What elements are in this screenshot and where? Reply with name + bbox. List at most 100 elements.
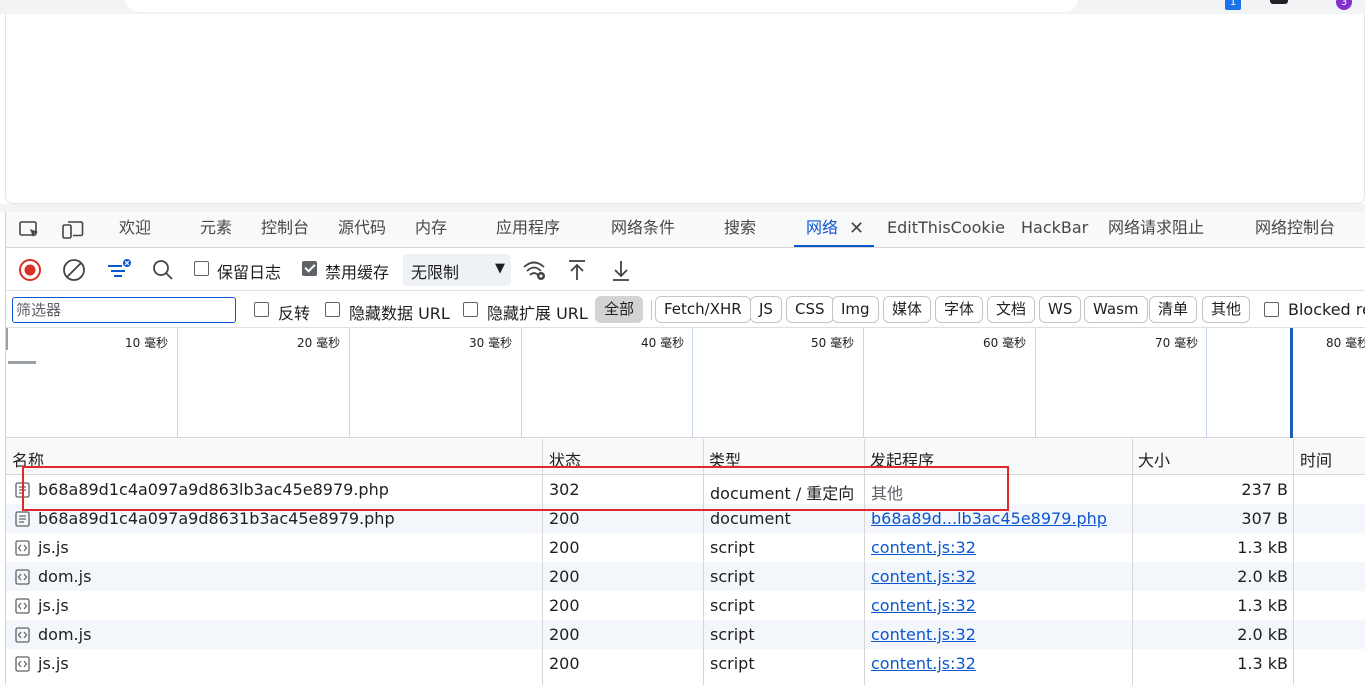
- overview-tick-label: 80 毫秒: [1326, 336, 1365, 350]
- devtools-panel: 欢迎 元素 控制台 源代码 内存 应用程序 网络条件 搜索 网络 ✕ EditT…: [5, 212, 1365, 685]
- filter-type-manifest[interactable]: 清单: [1149, 296, 1198, 323]
- table-row[interactable]: js.js 200 script content.js:32 1.3 kB: [6, 649, 1365, 678]
- table-row[interactable]: b68a89d1c4a097a9d863lb3ac45e8979.php 302…: [6, 475, 1365, 504]
- filter-type-fetch-xhr[interactable]: Fetch/XHR: [655, 296, 751, 323]
- filter-type-img[interactable]: Img: [832, 296, 879, 323]
- request-name: dom.js: [38, 567, 92, 586]
- network-conditions-icon[interactable]: [522, 258, 548, 286]
- tab-network-conditions[interactable]: 网络条件: [611, 217, 675, 247]
- clear-icon[interactable]: [62, 258, 86, 286]
- record-stop-icon[interactable]: [18, 258, 42, 286]
- request-status: 200: [549, 509, 580, 528]
- request-size: 2.0 kB: [1237, 625, 1288, 644]
- tab-hackbar[interactable]: HackBar: [1021, 217, 1088, 247]
- extension-icon[interactable]: [1270, 0, 1288, 4]
- document-icon: [15, 511, 30, 527]
- overview-gridline: [863, 328, 864, 438]
- column-header-initiator[interactable]: 发起程序: [870, 447, 934, 471]
- table-row[interactable]: b68a89d1c4a097a9d8631b3ac45e8979.php 200…: [6, 504, 1365, 533]
- tab-welcome[interactable]: 欢迎: [119, 217, 151, 247]
- filter-type-all[interactable]: 全部: [595, 296, 644, 323]
- filter-type-ws[interactable]: WS: [1039, 296, 1082, 323]
- tab-search[interactable]: 搜索: [724, 217, 756, 247]
- request-initiator-link[interactable]: b68a89d...lb3ac45e8979.php: [871, 509, 1107, 528]
- request-initiator-link[interactable]: content.js:32: [871, 538, 976, 557]
- filter-toggle-icon[interactable]: [106, 258, 132, 286]
- tab-elements[interactable]: 元素: [200, 217, 232, 247]
- request-size: 1.3 kB: [1237, 596, 1288, 615]
- request-size: 1.3 kB: [1237, 538, 1288, 557]
- close-tab-icon[interactable]: ✕: [849, 218, 864, 239]
- profile-avatar-icon[interactable]: 3: [1336, 0, 1352, 10]
- hide-data-url-label: 隐藏数据 URL: [349, 304, 450, 323]
- table-row[interactable]: dom.js 200 script content.js:32 2.0 kB: [6, 562, 1365, 591]
- column-resizer[interactable]: [1293, 439, 1294, 685]
- address-bar[interactable]: [124, 0, 1079, 12]
- filter-type-doc[interactable]: 文档: [987, 296, 1036, 323]
- filter-type-js[interactable]: JS: [750, 296, 782, 323]
- preserve-log-checkbox[interactable]: [194, 261, 209, 276]
- filter-type-font[interactable]: 字体: [935, 296, 984, 323]
- overview-gridline: [521, 328, 522, 438]
- column-header-size[interactable]: 大小: [1138, 447, 1170, 471]
- column-header-status[interactable]: 状态: [549, 447, 581, 471]
- tab-network[interactable]: 网络: [806, 217, 838, 247]
- inspect-element-icon[interactable]: [18, 219, 42, 241]
- column-resizer[interactable]: [1132, 439, 1133, 685]
- devtools-tabbar: 欢迎 元素 控制台 源代码 内存 应用程序 网络条件 搜索 网络 ✕ EditT…: [6, 212, 1365, 248]
- tab-console[interactable]: 控制台: [261, 217, 309, 247]
- overview-tick-label: 60 毫秒: [983, 336, 1027, 350]
- invert-checkbox[interactable]: [254, 302, 269, 317]
- disable-cache-checkbox[interactable]: [302, 261, 317, 276]
- tab-network-request-blocking[interactable]: 网络请求阻止: [1108, 217, 1204, 247]
- tab-application[interactable]: 应用程序: [496, 217, 560, 247]
- tab-sources[interactable]: 源代码: [338, 217, 386, 247]
- request-initiator-link[interactable]: content.js:32: [871, 596, 976, 615]
- request-initiator-link[interactable]: content.js:32: [871, 625, 976, 644]
- table-row[interactable]: dom.js 200 script content.js:32 2.0 kB: [6, 620, 1365, 649]
- filter-type-other[interactable]: 其他: [1202, 296, 1251, 323]
- column-header-type[interactable]: 类型: [709, 447, 741, 471]
- request-type: script: [710, 596, 755, 615]
- overview-left-handle[interactable]: [6, 328, 8, 350]
- table-header: 名称 状态 类型 发起程序 大小 时间: [6, 439, 1365, 475]
- throttling-select[interactable]: 无限制 ▼: [403, 254, 511, 286]
- device-toolbar-icon[interactable]: [61, 219, 85, 241]
- request-type: document: [710, 509, 791, 528]
- tab-memory[interactable]: 内存: [415, 217, 447, 247]
- request-status: 302: [549, 480, 580, 499]
- request-initiator-link[interactable]: content.js:32: [871, 654, 976, 673]
- import-har-icon[interactable]: [566, 258, 588, 286]
- request-status: 200: [549, 596, 580, 615]
- requests-table: 名称 状态 类型 发起程序 大小 时间 b68a89d1c4a097a9d863…: [6, 439, 1365, 685]
- filter-type-wasm[interactable]: Wasm: [1084, 296, 1148, 323]
- search-icon[interactable]: [151, 258, 175, 286]
- export-har-icon[interactable]: [610, 258, 632, 286]
- tab-editthiscookie[interactable]: EditThisCookie: [887, 217, 1005, 247]
- request-type: script: [710, 654, 755, 673]
- column-header-time[interactable]: 时间: [1300, 447, 1332, 471]
- column-header-name[interactable]: 名称: [12, 447, 44, 471]
- overview-tick-label: 40 毫秒: [641, 336, 685, 350]
- filter-input[interactable]: [12, 297, 236, 323]
- overview-tick-label: 50 毫秒: [811, 336, 855, 350]
- table-row[interactable]: js.js 200 script content.js:32 1.3 kB: [6, 533, 1365, 562]
- request-initiator-link[interactable]: content.js:32: [871, 567, 976, 586]
- filter-type-media[interactable]: 媒体: [883, 296, 932, 323]
- hide-data-url-checkbox[interactable]: [325, 302, 340, 317]
- table-row[interactable]: js.js 200 script content.js:32 1.3 kB: [6, 591, 1365, 620]
- tab-network-console[interactable]: 网络控制台: [1255, 217, 1335, 247]
- column-resizer[interactable]: [542, 439, 543, 685]
- tab-count-icon[interactable]: 1: [1225, 0, 1241, 10]
- disable-cache-label: 禁用缓存: [325, 263, 390, 282]
- filter-type-css[interactable]: CSS: [786, 296, 834, 323]
- request-size: 237 B: [1241, 480, 1288, 499]
- column-resizer[interactable]: [864, 439, 865, 685]
- blocked-requests-checkbox[interactable]: [1264, 302, 1279, 317]
- request-status: 200: [549, 625, 580, 644]
- script-icon: [15, 569, 30, 585]
- column-resizer[interactable]: [703, 439, 704, 685]
- hide-extension-url-checkbox[interactable]: [463, 302, 478, 317]
- request-status: 200: [549, 538, 580, 557]
- overview-tick-label: 10 毫秒: [125, 336, 169, 350]
